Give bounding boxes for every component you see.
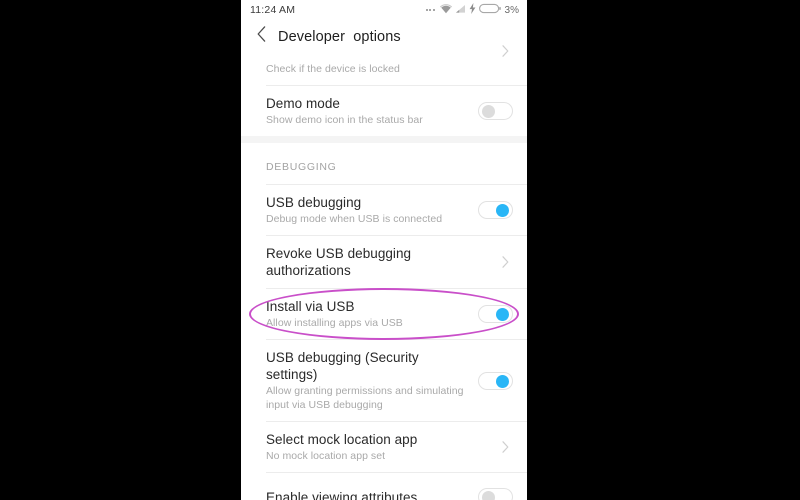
page-title: Developer options bbox=[278, 28, 401, 45]
list-item-revoke-usb-authorizations[interactable]: Revoke USB debugging authorizations bbox=[241, 236, 527, 288]
list-item-demo-mode[interactable]: Demo mode Show demo icon in the status b… bbox=[241, 86, 527, 136]
section-header-debugging: DEBUGGING bbox=[241, 143, 527, 184]
list-item-title: Enable viewing attributes bbox=[266, 489, 418, 500]
battery-icon bbox=[478, 1, 501, 19]
toggle-install-via-usb[interactable] bbox=[478, 305, 513, 323]
settings-group-debugging: DEBUGGING USB debugging Debug mode when … bbox=[241, 143, 527, 500]
battery-percent-label: 3% bbox=[504, 4, 519, 16]
list-item-title: Select mock location app bbox=[266, 432, 418, 447]
status-bar: 11:24 AM 3% bbox=[241, 0, 527, 20]
chevron-right-icon bbox=[497, 439, 513, 455]
toggle-demo-mode[interactable] bbox=[478, 102, 513, 120]
list-item-subtitle: No mock location app set bbox=[266, 450, 386, 462]
section-gap bbox=[241, 136, 527, 143]
back-button[interactable] bbox=[251, 24, 271, 50]
status-bar-clock: 11:24 AM bbox=[250, 4, 296, 16]
chevron-right-icon bbox=[497, 43, 513, 59]
list-item-text: Install via USB Allow installing apps vi… bbox=[266, 289, 468, 339]
list-item-text: USB debugging (Security settings) Allow … bbox=[266, 340, 468, 421]
toggle-usb-debugging[interactable] bbox=[478, 201, 513, 219]
list-item-subtitle: Allow installing apps via USB bbox=[266, 317, 403, 329]
list-item-install-via-usb[interactable]: Install via USB Allow installing apps vi… bbox=[241, 289, 527, 339]
back-chevron-icon bbox=[257, 26, 266, 47]
toggle-knob bbox=[482, 105, 495, 118]
toggle-knob bbox=[482, 491, 495, 500]
phone-screen: 11:24 AM 3% Developer options Check if t… bbox=[241, 0, 527, 500]
list-item-enable-viewing-attributes[interactable]: Enable viewing attributes bbox=[241, 473, 527, 500]
list-item-title: USB debugging bbox=[266, 195, 362, 210]
status-bar-icons: 3% bbox=[425, 1, 519, 19]
section-header-label: DEBUGGING bbox=[266, 161, 337, 173]
list-item-text: Enable viewing attributes bbox=[266, 480, 468, 500]
list-item-subtitle: Allow granting permissions and simulatin… bbox=[266, 385, 464, 411]
list-item-title: Demo mode bbox=[266, 96, 340, 111]
charging-bolt-icon bbox=[469, 1, 476, 19]
list-item-title: USB debugging (Security settings) bbox=[266, 350, 419, 382]
toggle-knob bbox=[496, 308, 509, 321]
list-item-subtitle: Debug mode when USB is connected bbox=[266, 213, 443, 225]
toggle-knob bbox=[496, 374, 509, 388]
list-item-usb-debugging-security[interactable]: USB debugging (Security settings) Allow … bbox=[241, 340, 527, 421]
list-item-text: Check if the device is locked bbox=[266, 53, 489, 85]
list-item-title: Install via USB bbox=[266, 299, 355, 314]
settings-group-display: Check if the device is locked Demo mode … bbox=[241, 45, 527, 136]
toggle-knob bbox=[496, 204, 509, 217]
list-item-subtitle: Show demo icon in the status bar bbox=[266, 114, 423, 126]
list-item-select-mock-location-app[interactable]: Select mock location app No mock locatio… bbox=[241, 422, 527, 472]
list-item-text: Demo mode Show demo icon in the status b… bbox=[266, 86, 468, 136]
list-item-text: Revoke USB debugging authorizations bbox=[266, 236, 489, 288]
list-item-title: Revoke USB debugging authorizations bbox=[266, 246, 412, 278]
chevron-right-icon bbox=[497, 254, 513, 270]
wifi-icon bbox=[439, 1, 452, 19]
list-item-subtitle: Check if the device is locked bbox=[266, 63, 400, 75]
signal-icon bbox=[455, 1, 466, 19]
toggle-usb-debugging-security[interactable] bbox=[478, 371, 513, 390]
list-item-text: USB debugging Debug mode when USB is con… bbox=[266, 185, 468, 235]
more-dots-icon bbox=[425, 9, 435, 11]
list-item-partial[interactable]: Check if the device is locked bbox=[241, 45, 527, 85]
toggle-enable-viewing-attributes[interactable] bbox=[478, 488, 513, 500]
settings-list[interactable]: Check if the device is locked Demo mode … bbox=[241, 45, 527, 500]
list-item-text: Select mock location app No mock locatio… bbox=[266, 422, 489, 472]
list-item-usb-debugging[interactable]: USB debugging Debug mode when USB is con… bbox=[241, 185, 527, 235]
app-bar: Developer options bbox=[241, 20, 527, 53]
